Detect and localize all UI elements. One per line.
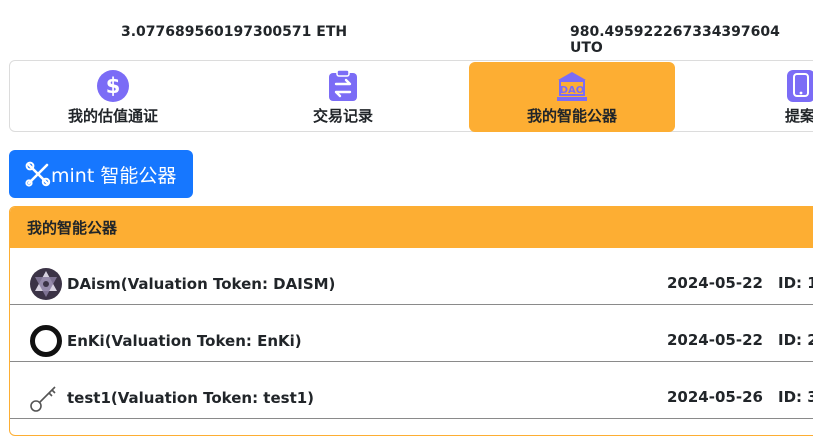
list-item[interactable]: DAism(Valuation Token: DAISM) 2024-05-22…	[10, 248, 813, 305]
tab-bar: $ 我的估值通证 交易记录 DAO 我的智能公器 提案	[9, 60, 813, 132]
enki-logo-icon	[30, 325, 62, 357]
uto-balance: 980.495922267334397604 UTO	[570, 24, 780, 56]
list-item[interactable]: test1(Valuation Token: test1) 2024-05-26…	[10, 362, 813, 419]
dollar-circle-icon: $	[97, 70, 129, 102]
tab-my-daos[interactable]: DAO 我的智能公器	[469, 62, 675, 132]
panel-title: 我的智能公器	[10, 207, 813, 248]
tab-proposals[interactable]: 提案	[683, 62, 813, 132]
mobile-icon	[787, 70, 813, 102]
list-item[interactable]: EnKi(Valuation Token: EnKi) 2024-05-22 I…	[10, 305, 813, 362]
tools-icon	[25, 161, 51, 187]
daism-logo-icon	[30, 268, 62, 300]
dao-id: ID: 3	[778, 388, 813, 406]
dao-name: test1(Valuation Token: test1)	[67, 389, 315, 407]
svg-text:DAO: DAO	[560, 85, 585, 96]
dao-id: ID: 1	[778, 274, 813, 292]
dao-date: 2024-05-22	[667, 274, 763, 292]
tab-label: 交易记录	[312, 107, 373, 125]
dao-date: 2024-05-26	[667, 388, 763, 406]
dao-date: 2024-05-22	[667, 331, 763, 349]
tab-label: 我的智能公器	[526, 107, 617, 125]
dao-name: EnKi(Valuation Token: EnKi)	[67, 332, 302, 350]
tab-my-valuation-tokens[interactable]: $ 我的估值通证	[10, 62, 216, 132]
mint-button-label: mint 智能公器	[51, 164, 177, 187]
eth-balance: 3.077689560197300571 ETH	[121, 24, 348, 40]
transaction-icon	[329, 70, 357, 101]
dao-name: DAism(Valuation Token: DAISM)	[67, 275, 336, 293]
tab-transactions[interactable]: 交易记录	[240, 62, 446, 132]
tab-label: 提案	[785, 107, 813, 125]
dao-icon: DAO	[557, 72, 587, 101]
mint-dao-button[interactable]: mint 智能公器	[9, 150, 193, 198]
tab-label: 我的估值通证	[67, 107, 158, 125]
my-daos-panel: 我的智能公器 DAism(Valuation Token: DAISM) 202…	[9, 206, 813, 436]
svg-text:$: $	[106, 74, 121, 98]
dao-id: ID: 2	[778, 331, 813, 349]
key-icon	[30, 386, 56, 412]
